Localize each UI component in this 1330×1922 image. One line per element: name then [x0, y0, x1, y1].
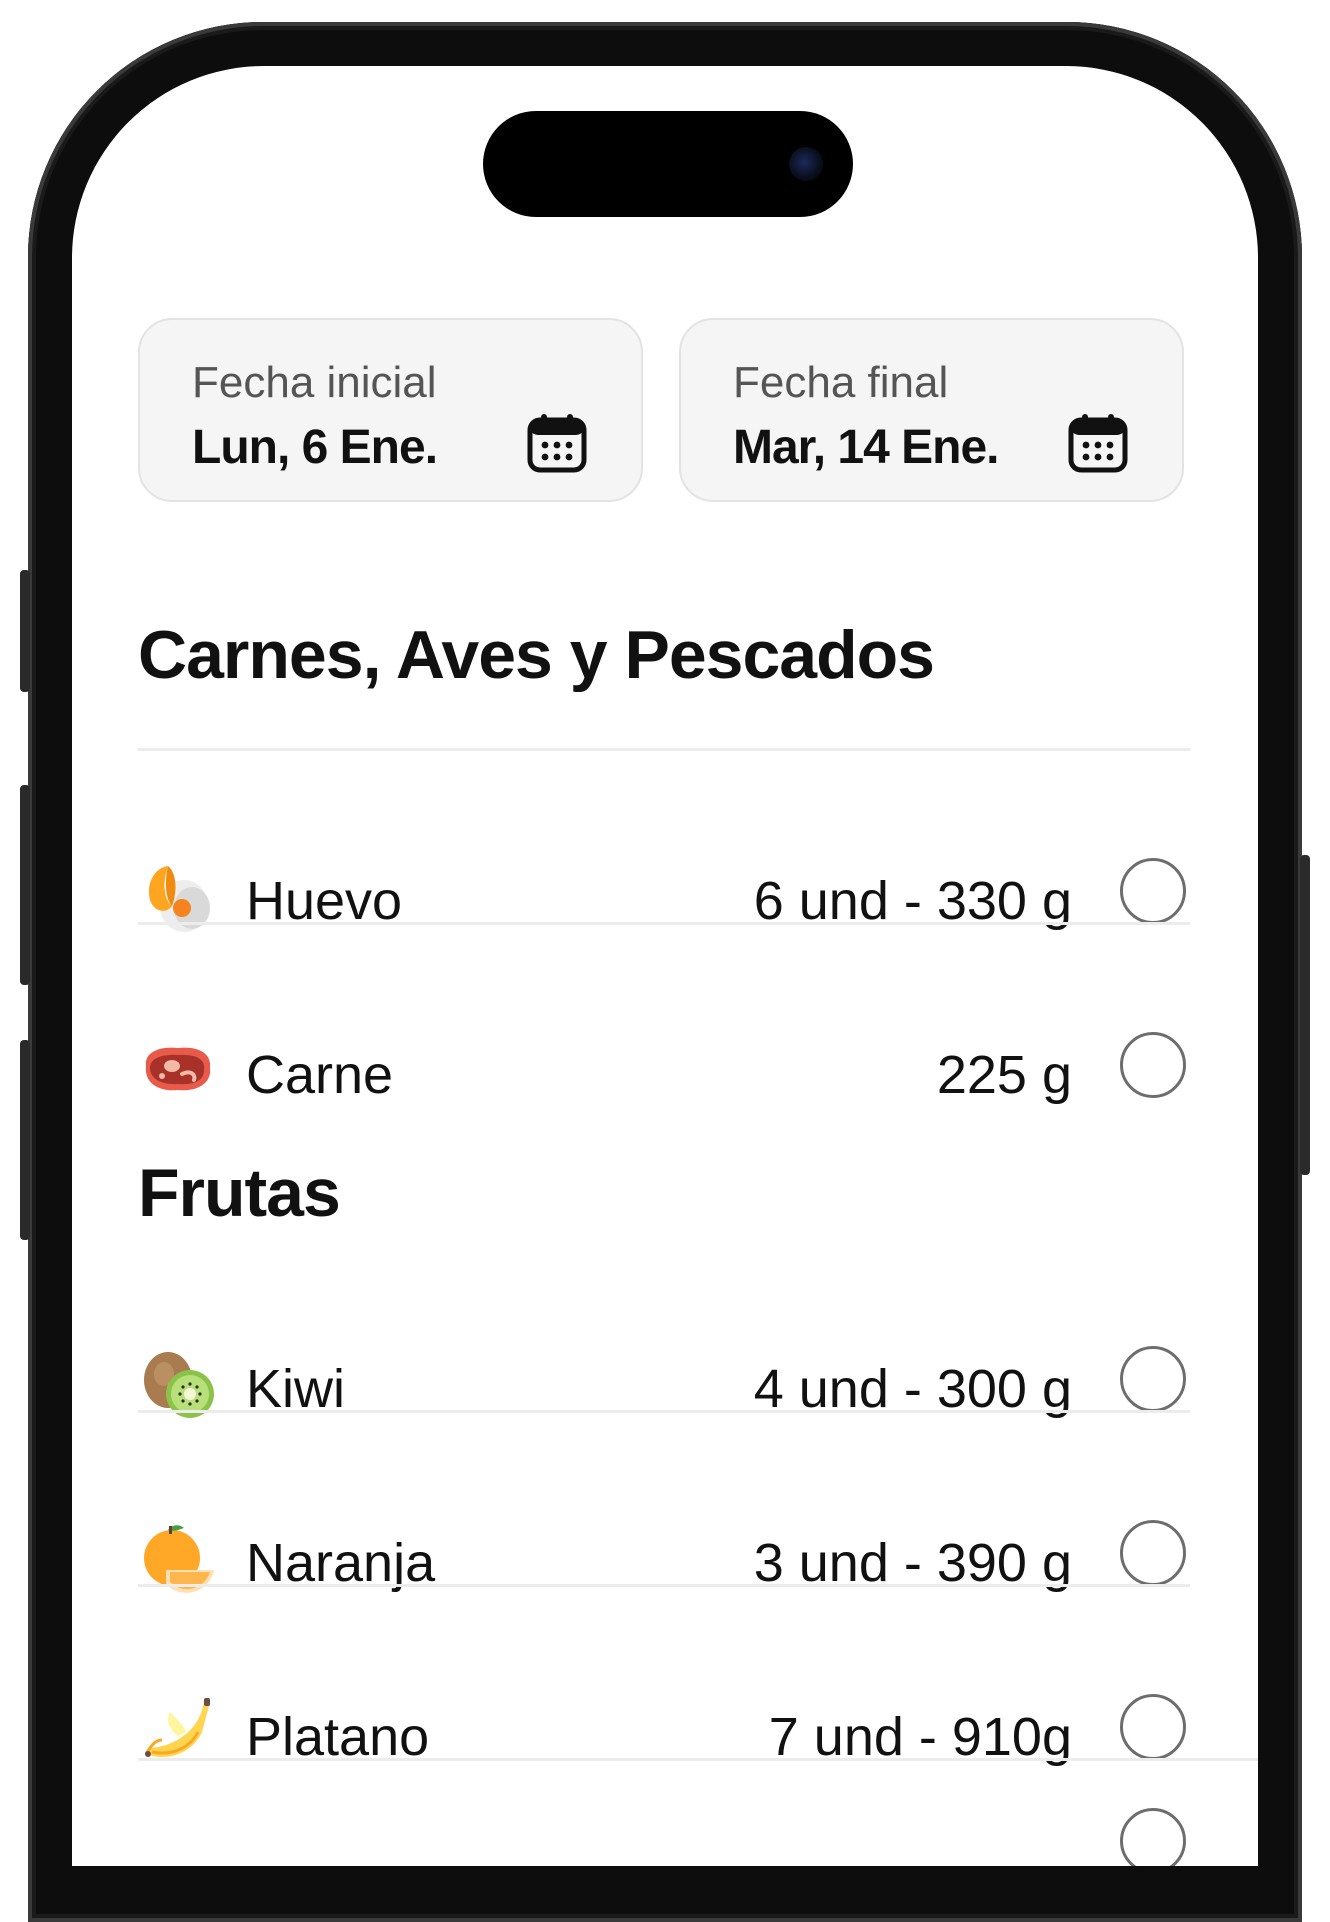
divider: [138, 748, 1190, 751]
start-date-label: Fecha inicial: [192, 358, 437, 407]
divider: [138, 922, 1190, 925]
calendar-icon[interactable]: [527, 412, 587, 474]
power-button: [1300, 855, 1310, 1175]
start-date-field[interactable]: Fecha inicial Lun, 6 Ene.: [138, 318, 643, 502]
meat-icon: [145, 1047, 211, 1091]
end-date-label: Fecha final: [733, 358, 949, 407]
checkbox[interactable]: [1120, 1808, 1186, 1866]
list-item[interactable]: Kiwi 4 und - 300 g: [138, 1324, 1190, 1444]
list-item[interactable]: Platano 7 und - 910g: [138, 1672, 1190, 1792]
start-date-value: Lun, 6 Ene.: [192, 421, 438, 474]
action-button: [20, 570, 30, 692]
section-title: Frutas: [138, 1155, 341, 1231]
calendar-icon[interactable]: [1068, 412, 1128, 474]
list-item[interactable]: Naranja 3 und - 390 g: [138, 1498, 1190, 1618]
list-item[interactable]: Huevo 6 und - 330 g: [138, 836, 1190, 956]
divider: [138, 1410, 1190, 1413]
checkbox[interactable]: [1120, 1346, 1186, 1412]
checkbox[interactable]: [1120, 1520, 1186, 1586]
checkbox[interactable]: [1120, 1032, 1186, 1098]
item-name: Carne: [246, 1045, 394, 1105]
front-camera: [789, 147, 823, 181]
checkbox[interactable]: [1120, 1694, 1186, 1760]
item-quantity: 225 g: [936, 1045, 1072, 1105]
date-range-picker: Fecha inicial Lun, 6 Ene. Fecha final Ma…: [138, 318, 1188, 506]
section-title: Carnes, Aves y Pescados: [138, 617, 935, 693]
divider: [138, 1758, 1258, 1761]
list-item[interactable]: Carne 225 g: [138, 1010, 1190, 1130]
volume-down-button: [20, 1040, 30, 1240]
end-date-value: Mar, 14 Ene.: [733, 421, 999, 474]
volume-up-button: [20, 785, 30, 985]
checkbox[interactable]: [1120, 858, 1186, 924]
dynamic-island: [483, 111, 853, 217]
end-date-field[interactable]: Fecha final Mar, 14 Ene.: [679, 318, 1184, 502]
phone-screen: Fecha inicial Lun, 6 Ene. Fecha final Ma…: [72, 66, 1258, 1866]
divider: [138, 1584, 1190, 1587]
